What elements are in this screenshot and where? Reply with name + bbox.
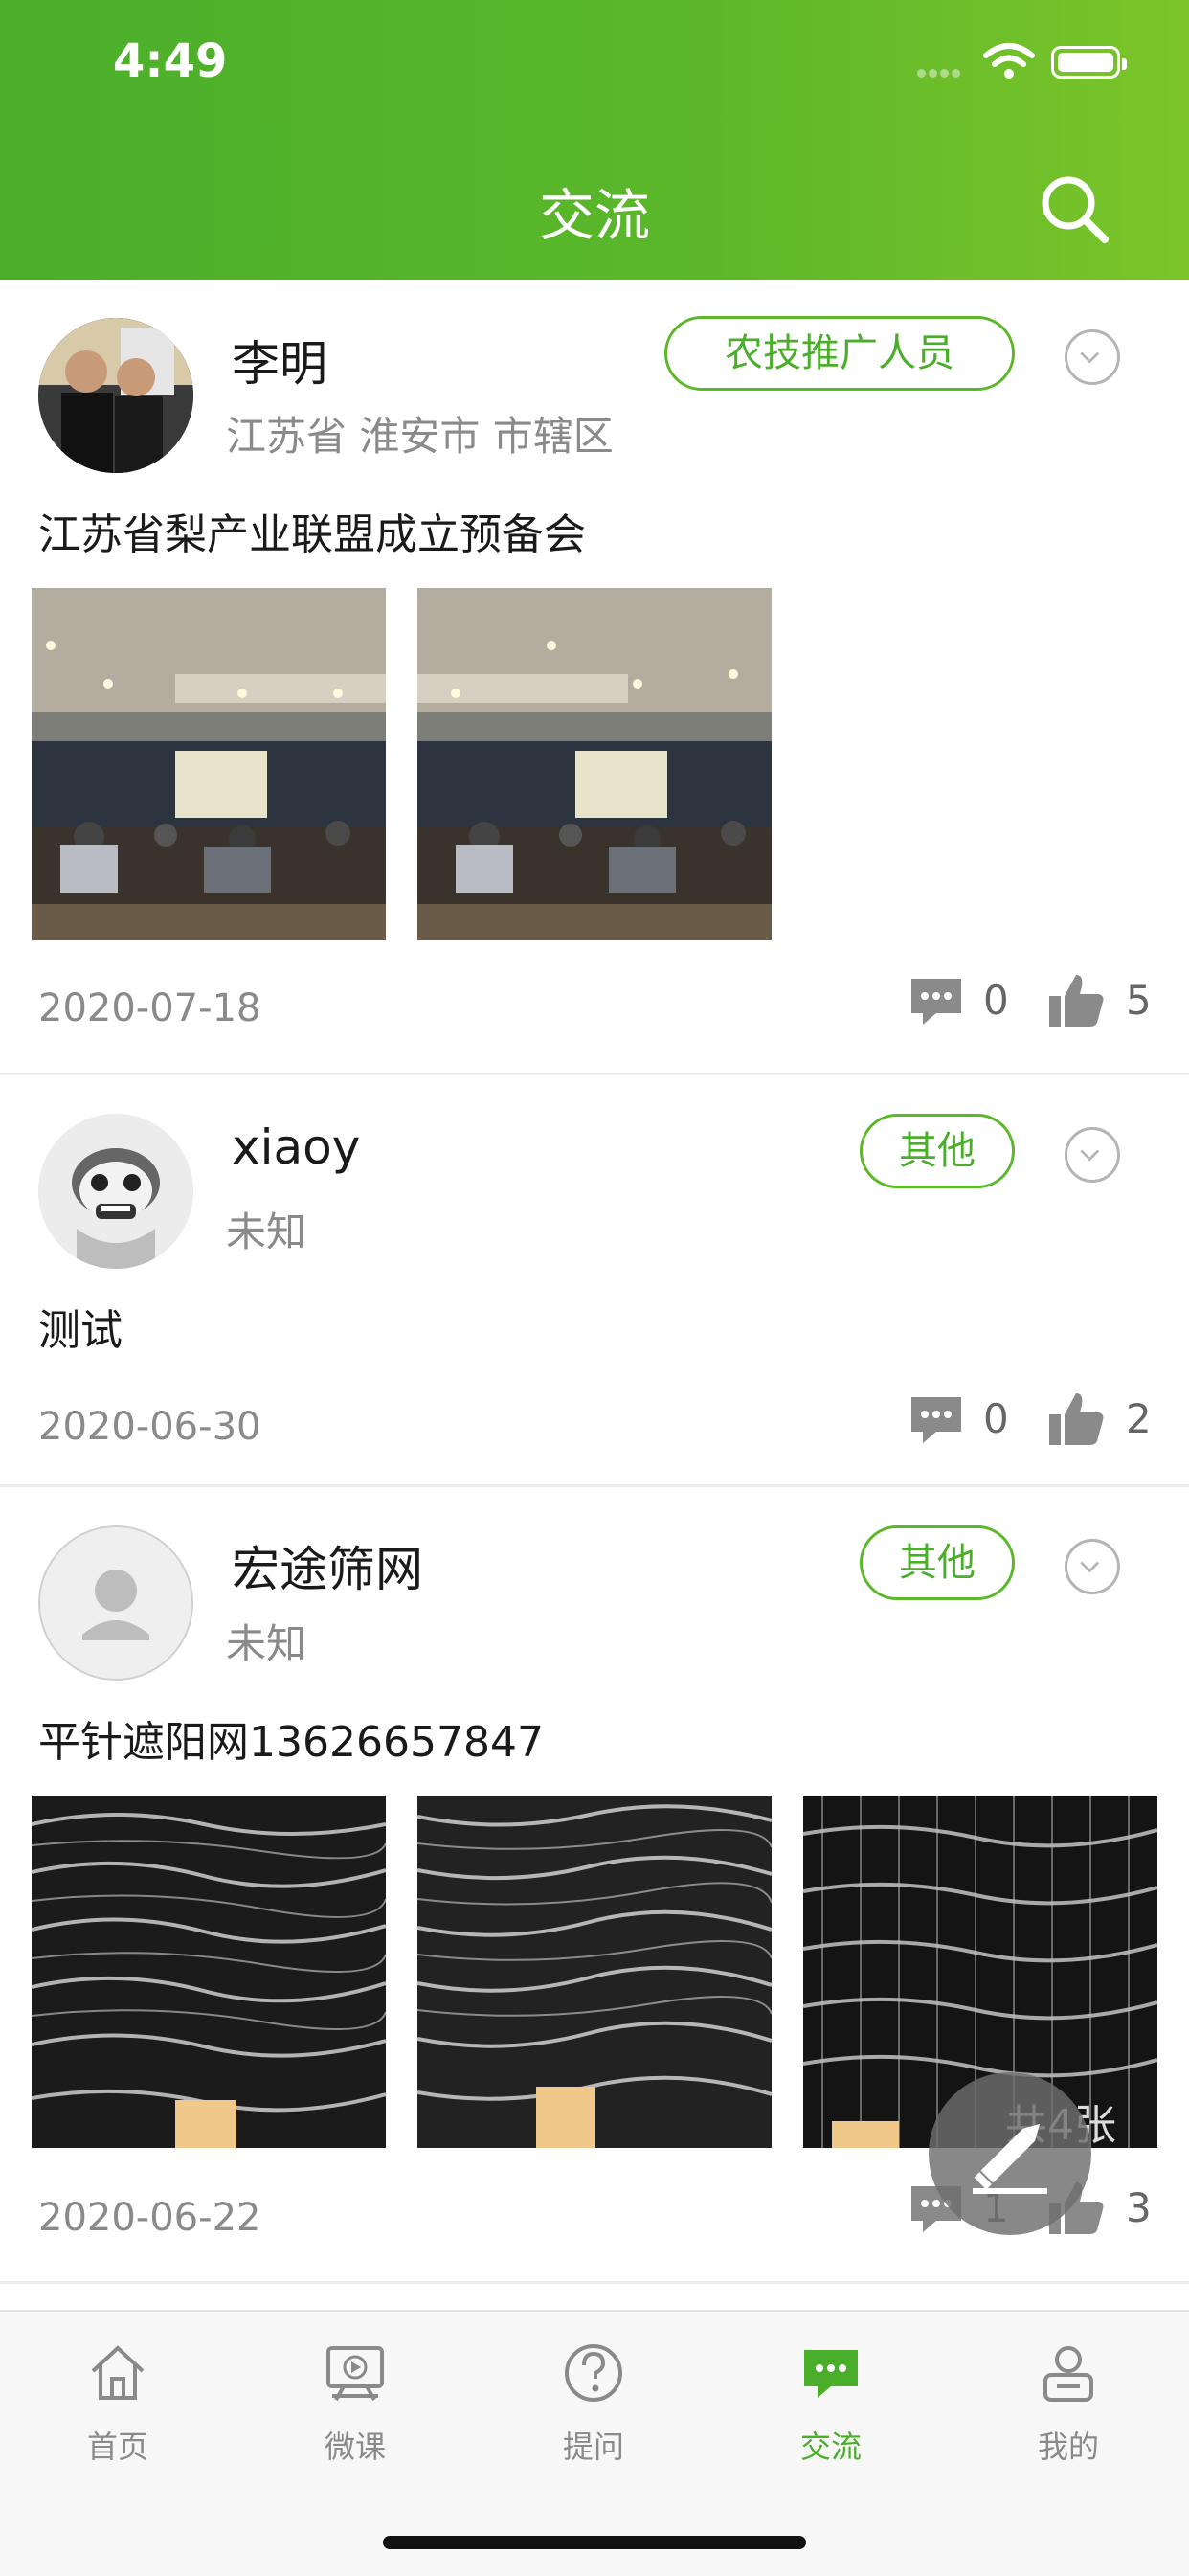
post-location: 未知 xyxy=(226,1620,307,1667)
post-card[interactable]: 李明 江苏省 淮安市 市辖区 农技推广人员 江苏省梨产业联盟成立预备会 2020… xyxy=(0,280,1189,1074)
profile-icon xyxy=(1043,2346,1093,2402)
post-username[interactable]: 李明 xyxy=(232,326,327,395)
video-lesson-icon xyxy=(326,2346,384,2401)
tab-ask[interactable]: 提问 xyxy=(536,2340,651,2467)
pencil-icon xyxy=(973,2123,1047,2194)
status-time: 4:49 xyxy=(113,34,228,88)
like-count: 3 xyxy=(1126,2184,1152,2231)
thumbs-up-icon[interactable] xyxy=(1047,1390,1107,1449)
avatar[interactable] xyxy=(38,1114,193,1269)
tab-label: 微课 xyxy=(324,2429,386,2465)
page-title: 交流 xyxy=(538,183,650,248)
post-username[interactable]: 宏途筛网 xyxy=(232,1531,423,1600)
user-role-tag: 其他 xyxy=(860,1114,1015,1188)
post-username[interactable]: xiaoy xyxy=(232,1119,360,1175)
avatar[interactable] xyxy=(38,318,193,473)
wifi-icon xyxy=(983,43,1035,79)
user-role-tag: 其他 xyxy=(860,1525,1015,1600)
chevron-down-icon[interactable] xyxy=(1065,329,1120,385)
comment-count: 0 xyxy=(983,1395,1009,1442)
post-date: 2020-06-22 xyxy=(38,2196,261,2240)
battery-icon xyxy=(1051,46,1127,79)
comment-icon[interactable] xyxy=(908,1391,965,1449)
post-image[interactable] xyxy=(417,1796,772,2148)
post-card[interactable]: xiaoy 未知 其他 测试 2020-06-30 0 2 xyxy=(0,1075,1189,1484)
post-text: 平针遮阳网13626657847 xyxy=(38,1718,544,1767)
post-date: 2020-07-18 xyxy=(38,986,261,1030)
question-icon xyxy=(565,2344,622,2402)
tab-home[interactable]: 首页 xyxy=(60,2340,175,2467)
post-text: 江苏省梨产业联盟成立预备会 xyxy=(38,510,586,559)
tab-exchange[interactable]: 交流 xyxy=(774,2340,888,2467)
avatar[interactable] xyxy=(38,1525,193,1681)
cell-signal-icon xyxy=(917,63,963,81)
post-image[interactable] xyxy=(32,1796,386,2148)
tab-label: 我的 xyxy=(1037,2429,1099,2465)
chevron-down-icon[interactable] xyxy=(1065,1539,1120,1594)
post-location: 未知 xyxy=(226,1209,307,1255)
thumbs-up-icon[interactable] xyxy=(1047,971,1107,1030)
comment-icon[interactable] xyxy=(908,973,965,1030)
tab-label: 首页 xyxy=(86,2429,148,2465)
post-text: 测试 xyxy=(38,1306,123,1355)
search-icon[interactable] xyxy=(1036,170,1112,247)
comment-count: 0 xyxy=(983,977,1009,1024)
compose-button[interactable] xyxy=(929,2072,1091,2235)
header-bar: 4:49 交流 xyxy=(0,0,1189,280)
post-date: 2020-06-30 xyxy=(38,1405,261,1449)
post-location: 江苏省 淮安市 市辖区 xyxy=(226,413,614,460)
user-role-tag: 农技推广人员 xyxy=(664,316,1015,391)
tab-micro-course[interactable]: 微课 xyxy=(298,2340,413,2467)
tab-label: 提问 xyxy=(562,2429,624,2465)
chevron-down-icon[interactable] xyxy=(1065,1127,1120,1183)
home-indicator xyxy=(383,2536,806,2549)
chat-icon xyxy=(804,2350,858,2398)
like-count: 2 xyxy=(1126,1395,1152,1442)
home-icon xyxy=(91,2345,145,2400)
tab-label: 交流 xyxy=(799,2429,862,2465)
like-count: 5 xyxy=(1126,977,1152,1024)
post-image[interactable] xyxy=(417,588,772,940)
tab-mine[interactable]: 我的 xyxy=(1011,2340,1126,2467)
post-image[interactable] xyxy=(32,588,386,940)
divider xyxy=(0,2281,1189,2284)
